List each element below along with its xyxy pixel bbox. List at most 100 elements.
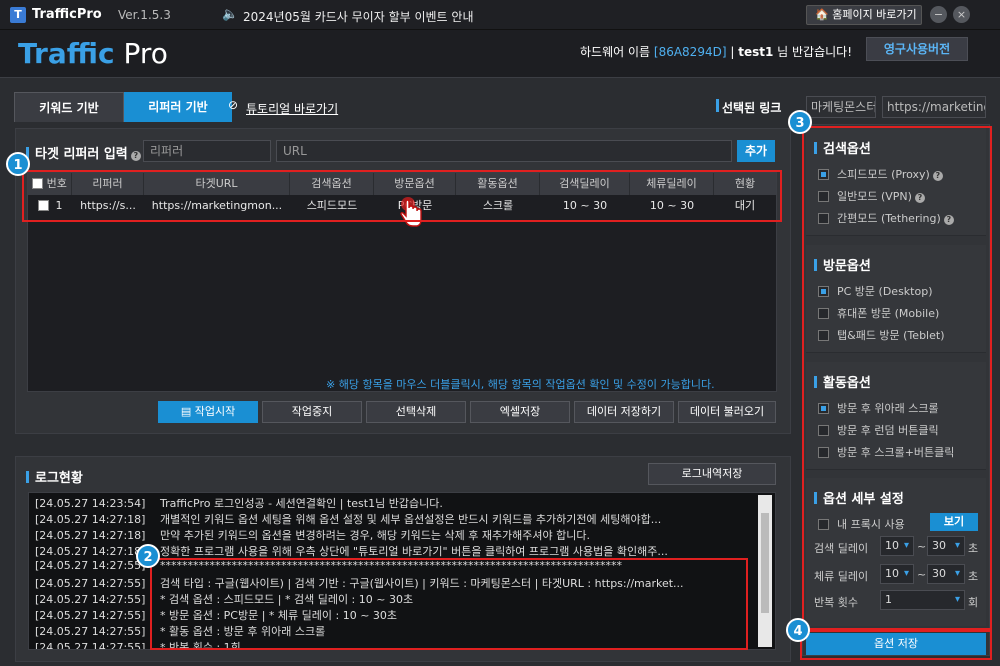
log-line: [24.05.27 14:27:55] * 활동 옵션 : 방문 후 위아래 스크… <box>35 625 326 638</box>
tutorial-link[interactable]: 튜토리얼 바로가기 <box>246 100 338 117</box>
scroll-thumb[interactable] <box>761 513 769 613</box>
option-pc-visit[interactable]: PC 방문 (Desktop) <box>818 283 933 299</box>
detail-options-section: 옵션 세부 설정 내 프록시 사용 보기 검색 딜레이 10 ~ 30 초 체류… <box>806 478 986 626</box>
search-delay-max[interactable]: 30 <box>927 536 965 556</box>
col-activity: 활동옵션 <box>456 173 540 195</box>
log-line: [24.05.27 14:27:55] *********************… <box>35 559 622 572</box>
repeat-label: 반복 횟수 <box>814 596 858 609</box>
checkbox-proxy[interactable] <box>818 519 829 530</box>
notice-text[interactable]: 2024년05월 카드사 무이자 할부 이벤트 안내 <box>243 8 473 25</box>
app-name: TrafficPro <box>32 7 102 22</box>
document-icon: ▤ <box>180 405 195 418</box>
radio-pc[interactable] <box>818 286 829 297</box>
log-box[interactable]: [24.05.27 14:23:54] TrafficPro 로그인성공 - 세션… <box>28 492 776 650</box>
selected-url-field[interactable]: https://marketing <box>882 96 986 118</box>
tab-referrer[interactable]: 리퍼러 기반 <box>124 92 232 122</box>
stay-delay-min[interactable]: 10 <box>880 564 914 584</box>
url-input[interactable]: URL <box>276 140 732 162</box>
visit-options-section: 방문옵션 PC 방문 (Desktop) 휴대폰 방문 (Mobile) 탭&패… <box>806 245 986 353</box>
col-number[interactable]: 번호 <box>28 173 72 195</box>
col-stay-delay: 체류딜레이 <box>630 173 714 195</box>
start-button-label: 작업시작 <box>194 405 236 418</box>
grid-header: 번호 리퍼러 타겟URL 검색옵션 방문옵션 활동옵션 검색딜레이 체류딜레이 … <box>28 173 776 195</box>
search-delay-min[interactable]: 10 <box>880 536 914 556</box>
log-title: 로그현황 <box>26 467 83 486</box>
delete-selected-button[interactable]: 선택삭제 <box>366 401 466 423</box>
repeat-count[interactable]: 1 <box>880 590 965 610</box>
save-options-button[interactable]: 옵션 저장 <box>806 633 986 655</box>
selected-keyword-field[interactable]: 마케팅몬스터 <box>806 96 876 118</box>
tilde-sep: ~ <box>917 568 927 581</box>
col-visit: 방문옵션 <box>374 173 456 195</box>
load-data-button[interactable]: 데이터 불러오기 <box>678 401 776 423</box>
radio-scroll-click[interactable] <box>818 447 829 458</box>
tilde-sep: ~ <box>917 540 927 553</box>
search-delay-label: 검색 딜레이 <box>814 542 869 555</box>
stay-delay-max[interactable]: 30 <box>927 564 965 584</box>
add-button[interactable]: 추가 <box>737 140 775 162</box>
start-button[interactable]: ▤ 작업시작 <box>158 401 258 423</box>
target-label: 타겟 리퍼러 입력? <box>26 143 141 162</box>
option-speed-mode[interactable]: 스피드모드 (Proxy)? <box>818 166 943 182</box>
brand-logo: Traffic Pro <box>18 37 168 70</box>
help-icon[interactable]: ? <box>914 193 925 203</box>
permanent-version-button[interactable]: 영구사용버전 <box>866 37 968 61</box>
log-save-button[interactable]: 로그내역저장 <box>648 463 776 485</box>
log-line: [24.05.27 14:27:18] 정확한 프로그램 사용을 위해 우측 상단… <box>35 545 668 558</box>
option-mobile-visit[interactable]: 휴대폰 방문 (Mobile) <box>818 305 939 321</box>
help-icon[interactable]: ? <box>130 151 141 161</box>
badge-2: 2 <box>136 544 160 568</box>
col-search: 검색옵션 <box>290 173 374 195</box>
detail-options-title: 옵션 세부 설정 <box>814 488 904 507</box>
sec-unit: 초 <box>968 542 979 555</box>
minimize-icon[interactable]: − <box>930 6 947 23</box>
label-marker <box>716 99 719 112</box>
option-scroll[interactable]: 방문 후 위아래 스크롤 <box>818 400 939 416</box>
save-data-button[interactable]: 데이터 저장하기 <box>574 401 674 423</box>
badge-1: 1 <box>6 152 30 176</box>
app-logo-icon: T <box>10 7 26 23</box>
radio-tablet[interactable] <box>818 330 829 341</box>
compass-icon: ⊘ <box>228 98 239 112</box>
visit-options-title: 방문옵션 <box>814 255 871 274</box>
homepage-button[interactable]: 🏠 홈페이지 바로가기 <box>806 5 922 25</box>
col-status: 현황 <box>734 177 756 190</box>
excel-save-button[interactable]: 엑셀저장 <box>470 401 570 423</box>
help-icon[interactable]: ? <box>943 215 954 225</box>
radio-normal[interactable] <box>818 191 829 202</box>
log-line: [24.05.27 14:27:55] 검색 타입 : 구글(웹사이트) | 검색… <box>35 577 684 590</box>
view-button[interactable]: 보기 <box>930 513 978 531</box>
search-options-title: 검색옵션 <box>814 138 871 157</box>
times-unit: 회 <box>968 596 979 609</box>
radio-random-click[interactable] <box>818 425 829 436</box>
row-number[interactable]: 1 <box>28 195 72 217</box>
row-search-delay: 10 ~ 30 <box>562 199 608 212</box>
log-line: [24.05.27 14:23:54] TrafficPro 로그인성공 - 세션… <box>35 497 443 510</box>
option-random-click[interactable]: 방문 후 런덤 버튼클릭 <box>818 422 939 438</box>
grid-hint: ※ 해당 항목을 마우스 더블클릭시, 해당 항목의 작업옵션 확인 및 수정이… <box>326 378 715 391</box>
log-scrollbar[interactable] <box>758 495 772 647</box>
version-label: Ver.1.5.3 <box>118 8 171 22</box>
tab-keyword[interactable]: 키워드 기반 <box>14 92 124 122</box>
activity-options-title: 활동옵션 <box>814 372 871 391</box>
radio-scroll[interactable] <box>818 403 829 414</box>
radio-simple[interactable] <box>818 213 829 224</box>
option-scroll-click[interactable]: 방문 후 스크롤+버튼클릭 <box>818 444 954 460</box>
help-icon[interactable]: ? <box>932 171 943 181</box>
close-icon[interactable]: × <box>953 6 970 23</box>
radio-mobile[interactable] <box>818 308 829 319</box>
stop-button[interactable]: 작업중지 <box>262 401 362 423</box>
homepage-button-label: 홈페이지 바로가기 <box>832 8 917 21</box>
row-search: 스피드모드 <box>306 199 358 212</box>
row-checkbox[interactable] <box>37 200 49 211</box>
option-tablet-visit[interactable]: 탭&패드 방문 (Teblet) <box>818 327 945 343</box>
select-all-checkbox[interactable] <box>32 178 44 189</box>
option-simple-mode[interactable]: 간편모드 (Tethering)? <box>818 210 954 226</box>
row-referrer: https://s... <box>80 199 136 212</box>
referrer-input[interactable]: 리퍼러 <box>143 140 271 162</box>
log-line: [24.05.27 14:27:55] * 검색 옵션 : 스피드모드 | * 검… <box>35 593 414 606</box>
option-my-proxy[interactable]: 내 프록시 사용 <box>818 516 905 532</box>
row-stay-delay: 10 ~ 30 <box>649 199 695 212</box>
option-normal-mode[interactable]: 일반모드 (VPN)? <box>818 188 925 204</box>
radio-speed[interactable] <box>818 169 829 180</box>
